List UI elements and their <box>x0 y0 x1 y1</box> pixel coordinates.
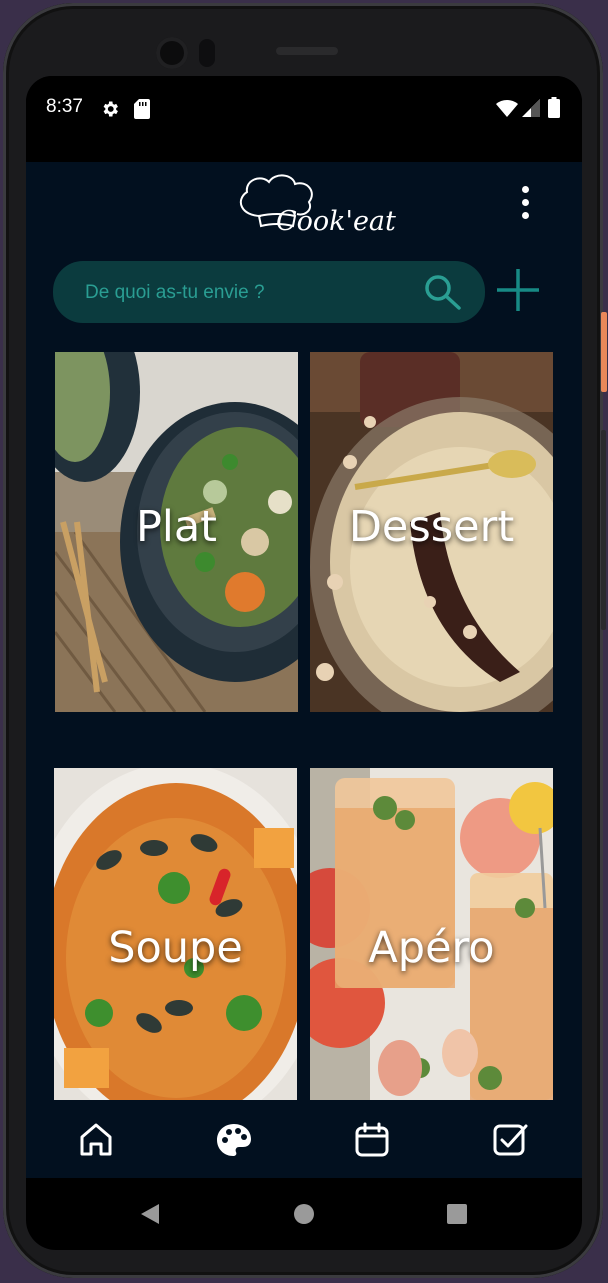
proximity-sensor <box>199 39 215 67</box>
category-tile-soupe[interactable]: Soupe <box>54 768 297 1100</box>
settings-gear-icon <box>103 101 118 117</box>
wifi-icon <box>496 99 518 117</box>
category-label: Apéro <box>368 923 495 973</box>
palette-icon[interactable] <box>214 1120 254 1160</box>
search-input[interactable] <box>83 261 417 325</box>
app-content: Cook'eat De quoi as-tu envie ? Plat Dess… <box>26 162 582 1178</box>
menu-dot-icon <box>521 186 529 193</box>
category-tile-apero[interactable]: Apéro <box>310 768 553 1100</box>
cell-signal-icon <box>522 99 540 117</box>
status-bar: 8:37 <box>26 76 582 162</box>
sd-card-icon <box>134 99 150 119</box>
bottom-navigation <box>26 1100 582 1178</box>
recents-square-icon[interactable] <box>446 1203 468 1225</box>
home-icon[interactable] <box>76 1120 116 1160</box>
system-navigation-bar <box>26 1178 582 1250</box>
status-time: 8:37 <box>46 96 83 117</box>
home-circle-icon[interactable] <box>293 1203 315 1225</box>
logo-text: Cook'eat <box>276 206 396 237</box>
device-screen: 8:37 Cook'eat De quoi as-tu envie ? Plat… <box>26 76 582 1178</box>
earpiece-speaker <box>276 47 338 55</box>
category-tile-plat[interactable]: Plat <box>55 352 298 712</box>
overflow-menu-button[interactable] <box>518 186 532 226</box>
menu-dot-icon <box>521 199 529 206</box>
front-camera <box>156 37 188 69</box>
menu-dot-icon <box>521 212 529 219</box>
category-label: Dessert <box>348 502 515 552</box>
checkbox-icon[interactable] <box>490 1120 530 1160</box>
add-recipe-plus-icon[interactable] <box>496 268 540 312</box>
power-button <box>601 312 607 392</box>
category-label: Plat <box>135 502 218 552</box>
search-icon[interactable] <box>423 273 463 311</box>
category-label: Soupe <box>108 923 243 973</box>
calendar-icon[interactable] <box>352 1120 392 1160</box>
back-triangle-icon[interactable] <box>139 1202 161 1226</box>
search-bar[interactable] <box>53 261 485 325</box>
category-tile-dessert[interactable]: Dessert <box>310 352 553 712</box>
volume-button <box>601 430 606 630</box>
battery-icon <box>548 97 560 118</box>
